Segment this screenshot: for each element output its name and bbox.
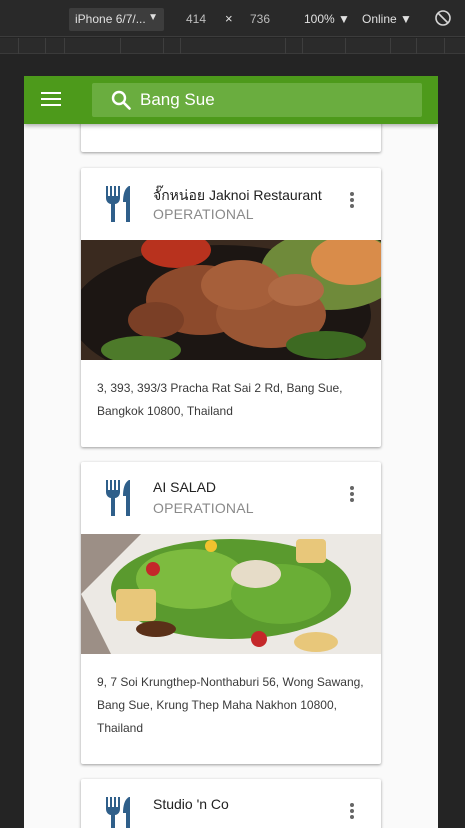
- place-status: OPERATIONAL: [153, 206, 254, 222]
- more-vert-icon[interactable]: [349, 486, 355, 504]
- zoom-select[interactable]: 100% ▼: [304, 12, 350, 26]
- app-bar: [24, 76, 438, 124]
- restaurant-icon: [106, 186, 130, 222]
- network-value: Online: [362, 12, 397, 26]
- media-query-ruler: [0, 38, 465, 54]
- restaurant-icon: [106, 797, 130, 828]
- rotate-icon[interactable]: [434, 9, 452, 27]
- network-throttle-select[interactable]: Online ▼: [362, 12, 412, 26]
- viewport-width-input[interactable]: 414: [186, 12, 206, 26]
- search-input[interactable]: [140, 87, 410, 113]
- devtools-toolbar: iPhone 6/7/... ▼ 414 × 736 100% ▼ Online…: [0, 0, 465, 37]
- place-name[interactable]: AI SALAD: [153, 479, 216, 495]
- place-name[interactable]: Studio 'n Co: [153, 796, 229, 812]
- dimension-separator: ×: [225, 11, 233, 26]
- place-status: OPERATIONAL: [153, 500, 254, 516]
- device-select-label: iPhone 6/7/...: [75, 12, 146, 26]
- chevron-down-icon: ▼: [148, 12, 158, 23]
- more-vert-icon[interactable]: [349, 192, 355, 210]
- zoom-value: 100%: [304, 12, 335, 26]
- place-card[interactable]: จั๊กหน่อย Jaknoi Restaurant OPERATIONAL: [81, 168, 381, 447]
- salad-photo: [81, 534, 381, 654]
- viewport-height-input[interactable]: 736: [250, 12, 270, 26]
- place-name[interactable]: จั๊กหน่อย Jaknoi Restaurant: [153, 185, 322, 207]
- restaurant-icon: [106, 480, 130, 516]
- place-card-header: AI SALAD OPERATIONAL: [81, 462, 381, 534]
- search-bar[interactable]: [92, 83, 422, 117]
- place-address: 9, 7 Soi Krungthep-Nonthaburi 56, Wong S…: [97, 675, 364, 735]
- place-address: 3, 393, 393/3 Pracha Rat Sai 2 Rd, Bang …: [97, 381, 343, 418]
- place-card-header: จั๊กหน่อย Jaknoi Restaurant OPERATIONAL: [81, 168, 381, 240]
- place-card[interactable]: AI SALAD OPERATIONAL 9, 7 Soi Krungthep-…: [81, 462, 381, 764]
- phone-viewport: จั๊กหน่อย Jaknoi Restaurant OPERATIONAL: [24, 76, 438, 828]
- grilled-pork-photo: [81, 240, 381, 360]
- place-card-header: Studio 'n Co: [81, 779, 381, 828]
- search-icon: [111, 90, 131, 110]
- more-vert-icon[interactable]: [349, 803, 355, 821]
- chevron-down-icon: ▼: [338, 12, 350, 26]
- device-select[interactable]: iPhone 6/7/... ▼: [69, 8, 164, 31]
- hamburger-menu-icon[interactable]: [41, 92, 61, 108]
- place-card[interactable]: Studio 'n Co: [81, 779, 381, 828]
- chevron-down-icon: ▼: [400, 12, 412, 26]
